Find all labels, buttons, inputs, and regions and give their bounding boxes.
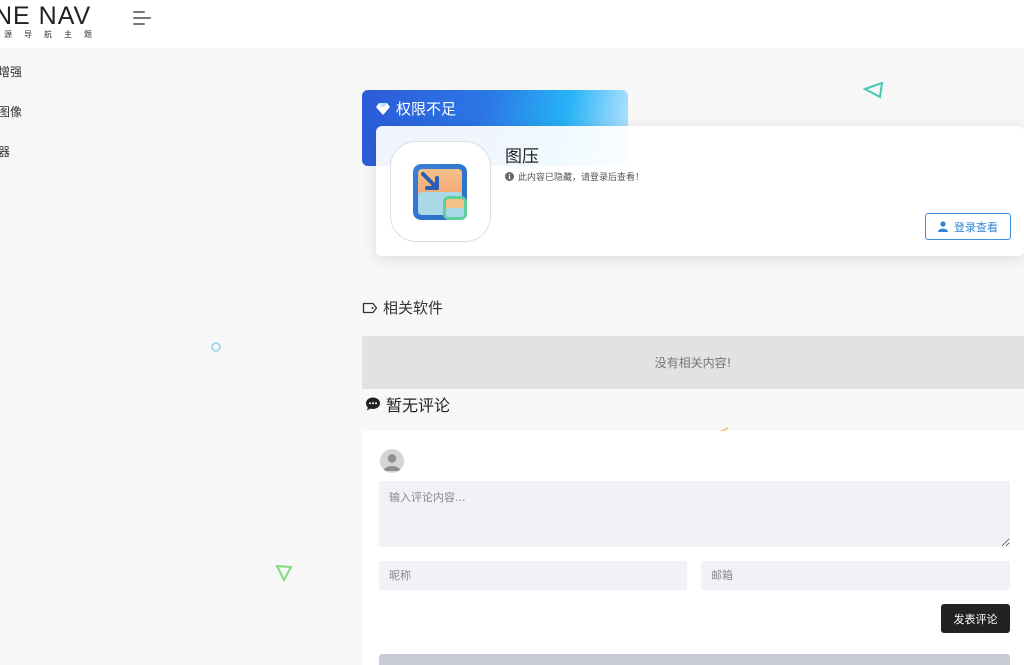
chat-bubble-icon bbox=[366, 397, 380, 411]
menu-toggle-icon[interactable] bbox=[133, 11, 151, 27]
hidden-notice: 此内容已隐藏，请登录后查看！ bbox=[505, 170, 644, 183]
email-field[interactable] bbox=[701, 561, 1010, 590]
triangle-decoration-icon bbox=[275, 564, 293, 583]
comment-list-bar bbox=[379, 654, 1010, 665]
avatar bbox=[380, 449, 404, 473]
diamond-icon bbox=[376, 102, 390, 115]
login-view-button[interactable]: 登录查看 bbox=[925, 213, 1011, 240]
app-icon-frame bbox=[390, 141, 491, 242]
top-header: NE NAV 源导航主题 bbox=[0, 0, 1024, 48]
sidebar: 增强 图像 器 bbox=[0, 48, 160, 665]
banner-title: 权限不足 bbox=[396, 100, 457, 118]
comment-textarea[interactable] bbox=[379, 481, 1010, 547]
tag-icon bbox=[362, 302, 378, 313]
related-empty-box: 没有相关内容! bbox=[362, 336, 1024, 389]
app-card: 图压 此内容已隐藏，请登录后查看！ 登录查看 bbox=[376, 126, 1024, 256]
user-icon bbox=[938, 221, 948, 232]
comment-form: 发表评论 bbox=[362, 431, 1024, 665]
related-title: 相关软件 bbox=[383, 299, 444, 317]
login-button-label: 登录查看 bbox=[954, 220, 998, 234]
submit-button-label: 发表评论 bbox=[953, 612, 998, 626]
triangle-decoration-icon bbox=[863, 81, 884, 99]
image-compress-app-icon bbox=[413, 164, 467, 220]
related-section-title: 相关软件 bbox=[362, 297, 443, 318]
logo-text: NE NAV bbox=[0, 2, 92, 30]
hidden-notice-text: 此内容已隐藏，请登录后查看！ bbox=[518, 173, 645, 183]
site-logo[interactable]: NE NAV 源导航主题 bbox=[0, 2, 104, 40]
app-title: 图压 bbox=[505, 147, 539, 167]
submit-comment-button[interactable]: 发表评论 bbox=[941, 604, 1010, 633]
related-empty-message: 没有相关内容! bbox=[654, 356, 732, 370]
nickname-field[interactable] bbox=[379, 561, 687, 590]
comments-section-title: 暂无评论 bbox=[365, 392, 450, 416]
sidebar-item-image[interactable]: 图像 bbox=[0, 103, 22, 120]
logo-subtext: 源导航主题 bbox=[4, 30, 104, 39]
sidebar-item-enhance[interactable]: 增强 bbox=[0, 63, 22, 80]
user-avatar-icon bbox=[383, 454, 401, 471]
circle-decoration-icon bbox=[211, 342, 221, 352]
sidebar-item-tools[interactable]: 器 bbox=[0, 143, 10, 160]
comments-title: 暂无评论 bbox=[386, 396, 451, 415]
info-icon bbox=[505, 172, 514, 181]
